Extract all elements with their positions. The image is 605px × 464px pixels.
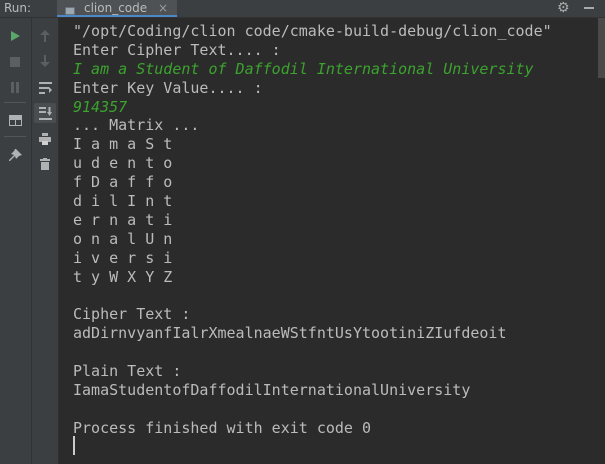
pin-icon[interactable] — [4, 145, 26, 165]
console-output-line — [73, 400, 552, 419]
tab-clion-code[interactable]: clion_code × — [57, 0, 177, 17]
run-toolbar: Run: clion_code × ⚙ — [0, 0, 605, 18]
console-output-line — [73, 286, 552, 305]
console-output-line: Plain Text : — [73, 362, 182, 381]
console-input-line: I am a Student of Daffodil International… — [73, 59, 534, 78]
scrollbar[interactable] — [598, 18, 605, 78]
stop-icon[interactable] — [4, 52, 26, 72]
console-output-line — [73, 343, 552, 362]
console-output-line: Process finished with exit code 0 — [73, 418, 372, 437]
console-actions-toolbar — [32, 18, 59, 464]
arrow-up-icon[interactable] — [34, 26, 56, 46]
minimize-icon[interactable] — [584, 7, 594, 9]
divider — [4, 136, 26, 137]
console-output-line: o n a l U n — [73, 229, 173, 248]
text-caret — [73, 436, 75, 455]
console-output-line: adDirnvyanfIalrXmealnaeWStfntUsYtootiniZ… — [73, 324, 507, 343]
scroll-to-end-icon[interactable] — [34, 103, 56, 123]
gear-icon[interactable]: ⚙ — [557, 0, 570, 17]
console-output-line: I a m a S t — [73, 135, 173, 154]
console-output-line: f D a f f o — [73, 173, 173, 192]
console-output-line: IamaStudentofDaffodilInternationalUniver… — [73, 380, 471, 399]
run-actions-toolbar — [0, 18, 32, 464]
console-output-line: e r n a t i — [73, 210, 173, 229]
console-output-line: Enter Cipher Text.... : — [73, 40, 281, 59]
print-icon[interactable] — [34, 129, 56, 149]
console-output-line: Enter Key Value.... : — [73, 78, 263, 97]
console-output[interactable]: "/opt/Coding/clion code/cmake-build-debu… — [59, 18, 605, 464]
pause-icon[interactable] — [4, 77, 26, 97]
run-label: Run: — [4, 1, 32, 15]
console-output-line: Cipher Text : — [73, 305, 191, 324]
arrow-down-icon[interactable] — [34, 51, 56, 71]
trash-icon[interactable] — [34, 154, 56, 174]
console-output-line: u d e n t o — [73, 154, 173, 173]
console-output-line: i v e r s i — [73, 248, 173, 267]
console-output-line: d i l I n t — [73, 192, 173, 211]
tab-label: clion_code — [84, 1, 148, 15]
close-icon[interactable]: × — [158, 0, 168, 16]
console-input-line: 914357 — [73, 97, 128, 116]
run-config-icon — [64, 2, 76, 15]
console-text: "/opt/Coding/clion code/cmake-build-debu… — [73, 22, 552, 438]
console-output-line: "/opt/Coding/clion code/cmake-build-debu… — [73, 22, 552, 40]
layout-icon[interactable] — [4, 110, 26, 130]
console-output-line: t y W X Y Z — [73, 267, 173, 286]
console-output-line: ... Matrix ... — [73, 116, 200, 135]
play-icon[interactable] — [4, 26, 26, 46]
soft-wrap-icon[interactable] — [34, 78, 56, 98]
divider — [4, 102, 26, 103]
